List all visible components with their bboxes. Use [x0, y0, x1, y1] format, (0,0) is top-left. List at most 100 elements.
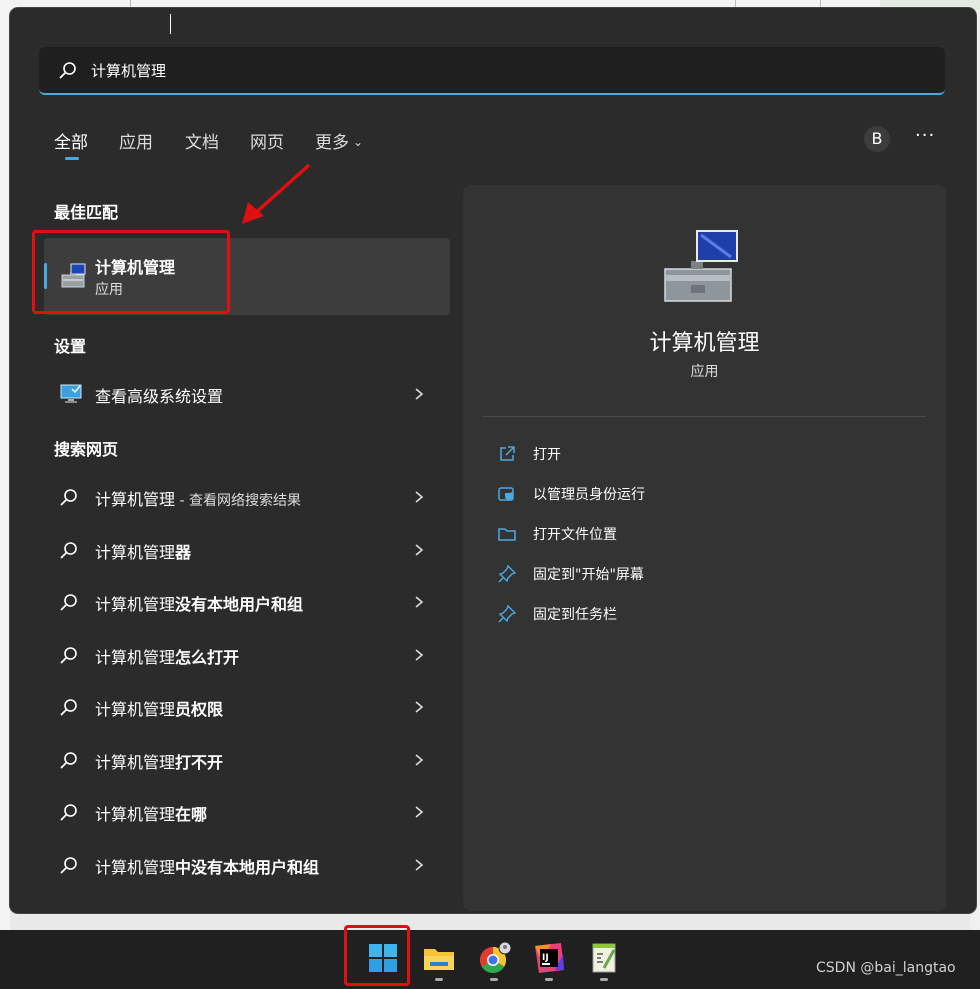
web-result-suggestion: 没有本地用户和组 [175, 595, 304, 614]
action-label: 固定到任务栏 [533, 607, 617, 623]
monitor-icon [60, 384, 82, 403]
chevron-right-icon [415, 491, 424, 503]
chevron-right-icon [415, 543, 424, 556]
chevron-right-icon [415, 701, 424, 713]
running-indicator [600, 978, 608, 981]
highlight-box-best-match [32, 230, 230, 314]
file-explorer-icon[interactable] [421, 940, 457, 976]
background-divider [130, 0, 131, 8]
web-result-query: 计算机管理 [95, 542, 176, 562]
web-result-suggestion: 器 [175, 542, 192, 562]
web-result-item[interactable]: 计算机管理器 [44, 528, 450, 572]
tab-all[interactable]: 全部 [54, 128, 88, 153]
web-result-hint: - 查看网络搜索结果 [175, 493, 301, 509]
chevron-right-icon [415, 806, 424, 818]
web-result-item[interactable]: 计算机管理员权限 [44, 685, 450, 729]
web-result-label: 计算机管理中没有本地用户和组 [95, 854, 319, 878]
web-result-label: 计算机管理没有本地用户和组 [95, 591, 303, 615]
tab-apps[interactable]: 应用 [119, 128, 153, 153]
chevron-right-icon [415, 648, 424, 661]
web-result-suggestion: 中没有本地用户和组 [175, 857, 320, 877]
tab-web[interactable]: 网页 [250, 128, 284, 153]
chevron-right-icon [415, 753, 424, 766]
web-result-query: 计算机管理 [95, 805, 176, 824]
pin-icon [498, 565, 516, 583]
action-label: 打开 [533, 447, 561, 463]
chevron-right-icon [415, 388, 424, 400]
running-indicator [435, 978, 443, 981]
tab-documents[interactable]: 文档 [185, 128, 219, 153]
web-result-label: 计算机管理在哪 [95, 801, 207, 825]
tab-more[interactable]: 更多 ⌄ [315, 128, 363, 153]
search-icon [60, 646, 77, 663]
shield-admin-icon [498, 487, 514, 501]
action-run-as-admin[interactable]: 以管理员身份运行 [498, 480, 918, 508]
search-icon [60, 804, 77, 821]
web-result-item[interactable]: 计算机管理在哪 [44, 790, 450, 834]
chevron-down-icon: ⌄ [353, 135, 364, 149]
web-result-item[interactable]: 计算机管理中没有本地用户和组 [44, 843, 450, 887]
search-input[interactable] [91, 57, 911, 83]
action-open-file-location[interactable]: 打开文件位置 [498, 520, 918, 548]
intellij-icon[interactable]: IJ [531, 940, 567, 976]
tab-more-label: 更多 [315, 133, 349, 153]
annotation-arrow [242, 164, 310, 224]
web-result-item[interactable]: 计算机管理 - 查看网络搜索结果 [44, 475, 450, 519]
account-avatar[interactable]: B [864, 126, 890, 152]
web-result-suggestion: 怎么打开 [175, 647, 240, 667]
section-web-search: 搜索网页 [54, 440, 119, 459]
action-label: 以管理员身份运行 [533, 487, 645, 503]
web-result-suggestion: 在哪 [175, 805, 208, 824]
search-icon [60, 856, 77, 873]
more-options-button[interactable]: ··· [915, 126, 935, 148]
web-result-label: 计算机管理器 [95, 539, 191, 563]
settings-item-advanced-system[interactable]: 查看高级系统设置 [44, 372, 450, 416]
web-result-item[interactable]: 计算机管理打不开 [44, 738, 450, 782]
section-best-match: 最佳匹配 [54, 203, 119, 222]
text-caret [170, 14, 171, 34]
web-result-suggestion: 员权限 [175, 700, 224, 719]
search-icon [60, 751, 77, 768]
action-label: 打开文件位置 [533, 527, 617, 543]
background-divider [735, 0, 736, 8]
background-window-left [0, 0, 10, 930]
notepadpp-icon[interactable] [586, 940, 622, 976]
open-external-icon [500, 446, 515, 461]
running-indicator [545, 978, 553, 981]
section-settings: 设置 [54, 337, 87, 356]
web-result-query: 计算机管理 [95, 490, 176, 509]
search-box[interactable] [39, 47, 945, 95]
search-icon [60, 594, 77, 611]
running-indicator [490, 978, 498, 981]
search-icon [60, 541, 77, 558]
web-result-query: 计算机管理 [95, 595, 176, 614]
web-result-label: 计算机管理 - 查看网络搜索结果 [95, 486, 301, 510]
watermark: CSDN @bai_langtao [816, 960, 956, 976]
detail-type: 应用 [690, 364, 719, 380]
chevron-right-icon [415, 858, 424, 871]
web-result-suggestion: 打不开 [175, 752, 224, 772]
action-pin-to-taskbar[interactable]: 固定到任务栏 [498, 600, 918, 628]
detail-pane: 计算机管理 应用 打开 以管理员身份运行 打开文件位置 固定到"开始"屏幕 固定… [463, 185, 946, 911]
computer-management-icon [664, 230, 738, 302]
web-result-query: 计算机管理 [95, 647, 176, 667]
settings-item-label: 查看高级系统设置 [95, 387, 224, 406]
action-label: 固定到"开始"屏幕 [533, 567, 644, 583]
search-icon [60, 699, 77, 716]
web-result-item[interactable]: 计算机管理没有本地用户和组 [44, 580, 450, 624]
active-tab-indicator [65, 157, 79, 160]
web-result-query: 计算机管理 [95, 752, 176, 772]
action-pin-to-start[interactable]: 固定到"开始"屏幕 [498, 560, 918, 588]
divider [483, 416, 926, 417]
detail-title: 计算机管理 [649, 331, 760, 356]
chrome-icon[interactable] [476, 940, 512, 976]
web-result-item[interactable]: 计算机管理怎么打开 [44, 633, 450, 677]
web-result-label: 计算机管理怎么打开 [95, 644, 239, 668]
web-result-label: 计算机管理员权限 [95, 696, 223, 720]
search-icon [60, 489, 77, 506]
background-divider [820, 0, 821, 8]
svg-text:IJ: IJ [542, 953, 549, 963]
pin-icon [498, 605, 516, 623]
action-open[interactable]: 打开 [498, 440, 918, 468]
search-icon [59, 62, 76, 79]
